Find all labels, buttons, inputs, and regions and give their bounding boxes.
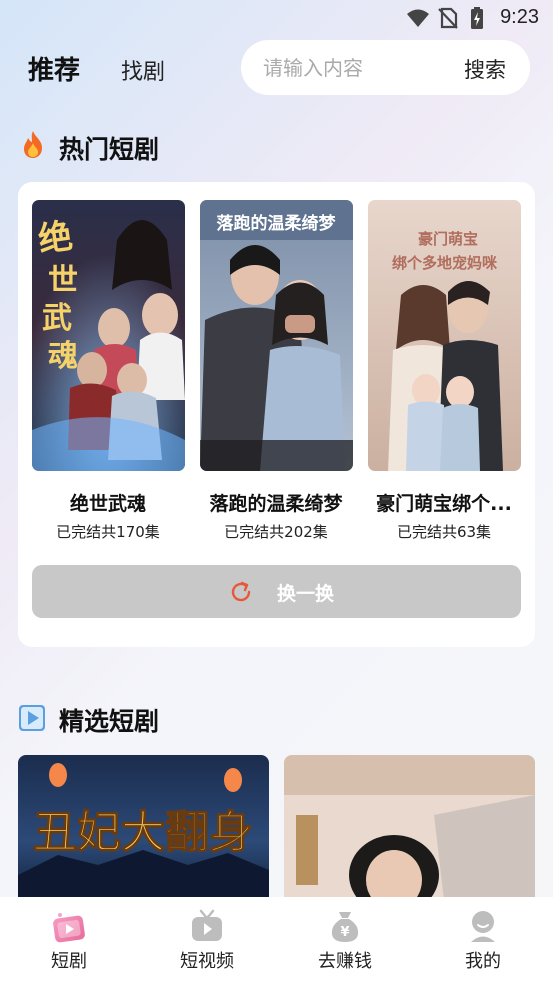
svg-text:绝: 绝 <box>36 216 75 260</box>
search-bar: 搜索 <box>241 40 530 95</box>
drama-status-2: 已完结共202集 <box>224 523 328 541</box>
nav-profile[interactable]: 我的 <box>414 897 552 983</box>
nav-earn-money[interactable]: ¥ 去赚钱 <box>276 897 414 983</box>
featured-poster-1[interactable]: 丑妃大翻身 <box>18 755 269 900</box>
tab-find-drama[interactable]: 找剧 <box>121 54 165 86</box>
poster-image-3: 豪门萌宝 绑个多地宠妈咪 <box>368 200 521 471</box>
battery-charging-icon <box>471 7 483 29</box>
nav-earn-money-label: 去赚钱 <box>318 951 372 972</box>
status-bar: 9:23 <box>0 0 553 38</box>
drama-status-3: 已完结共63集 <box>396 523 492 541</box>
hot-drama-card: 绝 世 武 魂 绝世武魂 已完结共170集 落跑的温柔绮梦 落跑的温柔绮梦 已完… <box>18 182 535 647</box>
featured-title-1: 丑妃大翻身 <box>33 807 253 858</box>
poster-image-1: 绝 世 武 魂 <box>32 200 185 471</box>
svg-text:世: 世 <box>48 263 78 298</box>
play-square-icon <box>19 705 45 731</box>
wifi-icon <box>407 9 429 27</box>
nav-profile-label: 我的 <box>465 951 501 972</box>
featured-image-2 <box>284 755 535 900</box>
drama-title-2[interactable]: 落跑的温柔绮梦 <box>192 489 360 516</box>
refresh-icon <box>231 581 251 602</box>
featured-section-title: 精选短剧 <box>59 707 160 736</box>
svg-text:¥: ¥ <box>340 925 349 940</box>
drama-title-3[interactable]: 豪门萌宝绑个... <box>360 489 528 516</box>
svg-text:绑个多地宠妈咪: 绑个多地宠妈咪 <box>392 254 498 272</box>
search-input[interactable] <box>263 54 443 82</box>
drama-poster-3[interactable]: 豪门萌宝 绑个多地宠妈咪 <box>368 200 521 471</box>
svg-text:豪门萌宝: 豪门萌宝 <box>418 230 478 248</box>
tv-icon <box>192 909 222 941</box>
drama-status-1: 已完结共170集 <box>56 523 160 541</box>
money-bag-icon: ¥ <box>331 912 359 942</box>
poster-image-2: 落跑的温柔绮梦 <box>200 200 353 471</box>
user-icon <box>471 911 495 942</box>
svg-text:武: 武 <box>42 301 72 336</box>
featured-poster-2[interactable] <box>284 755 535 900</box>
svg-text:魂: 魂 <box>48 339 78 374</box>
tab-recommend[interactable]: 推荐 <box>28 50 80 87</box>
drama-title-1[interactable]: 绝世武魂 <box>24 489 192 516</box>
nav-short-video[interactable]: 短视频 <box>138 897 276 983</box>
nav-drama-label: 短剧 <box>51 951 87 972</box>
drama-icon <box>53 913 85 943</box>
bottom-navigation: 短剧 短视频 ¥ 去赚钱 我的 <box>0 897 553 983</box>
drama-poster-1[interactable]: 绝 世 武 魂 <box>32 200 185 471</box>
no-sim-icon <box>438 7 458 29</box>
refresh-label: 换一换 <box>277 583 335 605</box>
refresh-button[interactable]: 换一换 <box>32 565 521 618</box>
svg-text:落跑的温柔绮梦: 落跑的温柔绮梦 <box>217 213 337 234</box>
fire-icon <box>24 131 42 158</box>
nav-short-video-label: 短视频 <box>180 951 234 972</box>
search-button[interactable]: 搜索 <box>464 54 506 84</box>
nav-drama[interactable]: 短剧 <box>0 897 138 983</box>
featured-image-1: 丑妃大翻身 <box>18 755 269 900</box>
hot-section-title: 热门短剧 <box>59 135 160 164</box>
status-time: 9:23 <box>500 6 539 28</box>
drama-poster-2[interactable]: 落跑的温柔绮梦 <box>200 200 353 471</box>
